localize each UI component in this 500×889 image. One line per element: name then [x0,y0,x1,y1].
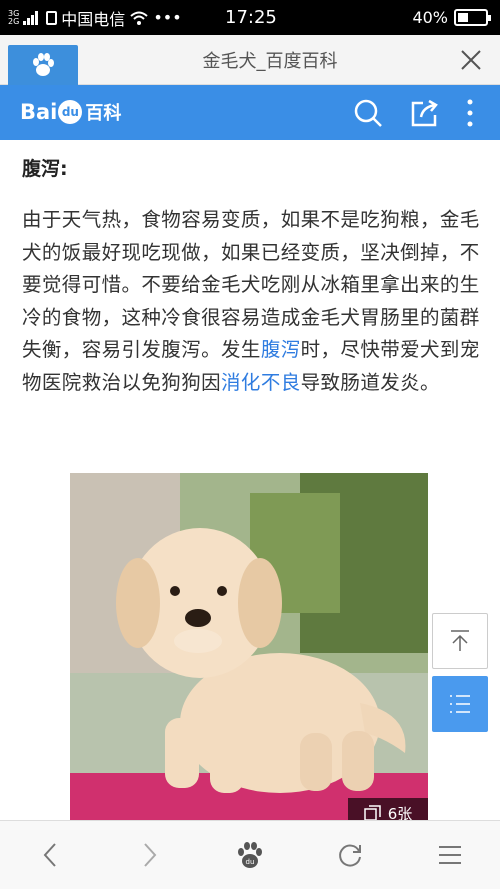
refresh-icon [339,844,361,867]
home-button[interactable]: du [230,835,270,875]
baidu-baike-logo[interactable]: Bai du 百科 [20,99,121,125]
article-content: 腹泻: 由于天气热，食物容易变质，如果不是吃狗粮，金毛犬的饭最好现吃现做，如果已… [0,140,500,820]
baidu-paw-icon [33,53,54,76]
baike-header: Bai du 百科 [0,85,500,140]
article-paragraph: 由于天气热，食物容易变质，如果不是吃狗粮，金毛犬的饭最好现吃现做，如果已经变质，… [22,204,482,399]
puppy-illustration [70,473,428,820]
photo-count-label: 6张 [387,804,413,821]
forward-button[interactable] [130,835,170,875]
svg-text:du: du [246,858,255,866]
signal-icon [23,10,39,25]
tab-favicon[interactable] [8,45,78,85]
golden-retriever-photo[interactable]: 6张 [70,473,428,820]
photo-count-badge[interactable]: 6张 [348,798,428,820]
logo-baike: 百科 [85,103,122,124]
browser-title-bar: 金毛犬_百度百科 [0,35,500,85]
back-button[interactable] [30,835,70,875]
menu-button[interactable] [430,835,470,875]
refresh-button[interactable] [330,835,370,875]
network-bottom: 2G [8,16,20,26]
browser-bottom-bar: du [0,820,500,889]
battery-percent: 40% [412,8,448,27]
close-icon[interactable] [456,45,486,75]
hamburger-icon [439,846,461,864]
status-left: 3G 2G 中国电信 ••• [0,6,182,30]
logo-bai: Bai [20,100,58,124]
share-icon[interactable] [409,97,441,129]
gallery-icon [363,805,381,820]
more-vertical-icon[interactable] [456,97,488,129]
chevron-right-icon [144,843,157,867]
list-icon [450,695,470,713]
back-to-top-button[interactable] [432,613,488,669]
link-indigestion[interactable]: 消化不良 [221,371,301,394]
clock: 17:25 [225,7,277,28]
wifi-icon [130,11,148,25]
status-right: 40% [412,8,491,27]
search-icon[interactable] [352,97,384,129]
battery-icon [454,9,491,26]
baidu-paw-icon: du [238,842,262,868]
section-title: 腹泻: [22,158,68,180]
para-text-3: 导致肠道发炎。 [300,370,440,394]
sim-icon [46,10,58,25]
chevron-left-icon [43,843,56,867]
arrow-up-icon [451,630,469,651]
table-of-contents-button[interactable] [432,676,488,732]
network-type: 3G 2G [8,9,20,26]
page-title: 金毛犬_百度百科 [202,51,338,72]
link-diarrhea[interactable]: 腹泻 [261,338,301,361]
status-bar: 3G 2G 中国电信 ••• 17:25 40% [0,0,500,35]
battery-level [458,13,469,22]
more-notifications: ••• [153,8,182,27]
logo-du: du [58,100,83,124]
carrier-name: 中国电信 [61,9,126,29]
